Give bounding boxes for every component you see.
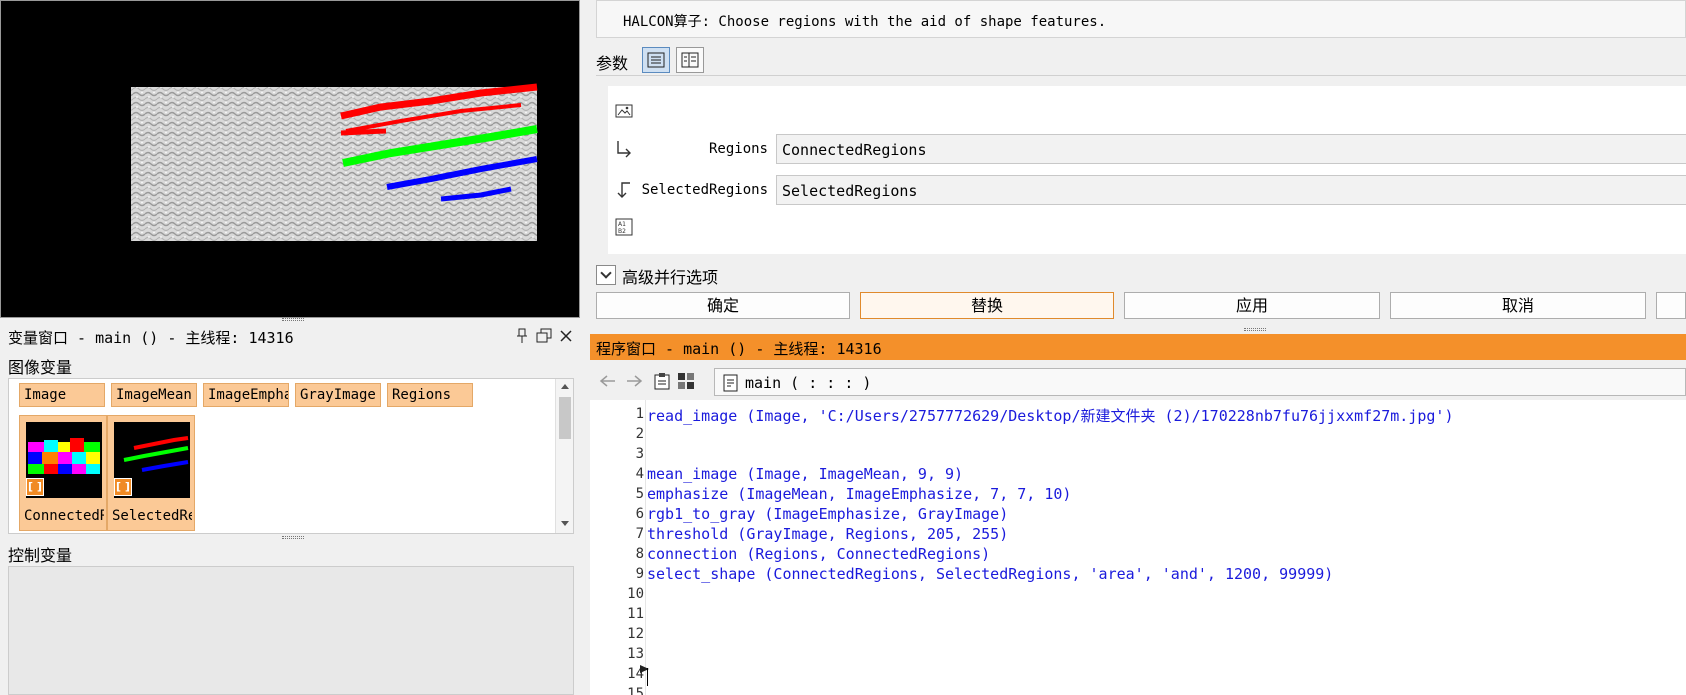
input-arrow-icon xyxy=(617,141,631,158)
line-number: 13 xyxy=(627,646,644,662)
parameter-header: 参数 xyxy=(596,46,1686,76)
procedure-selector[interactable]: main ( : : : ) xyxy=(714,368,1686,396)
image-var-chip[interactable]: Regions xyxy=(387,383,473,407)
cancel-button[interactable]: 取消 xyxy=(1390,292,1646,319)
thumbnail-name: SelectedRe xyxy=(112,508,192,524)
line-number: 7 xyxy=(635,526,644,542)
line-number: 4 xyxy=(635,466,644,482)
line-number: 11 xyxy=(627,606,644,622)
line-number: 10 xyxy=(627,586,644,602)
image-icon xyxy=(615,104,633,118)
operator-description: HALCON算子: Choose regions with the aid of… xyxy=(596,0,1686,38)
close-icon[interactable] xyxy=(556,326,576,346)
clipboard-icon[interactable] xyxy=(652,371,672,391)
splitter-handle[interactable] xyxy=(1244,328,1266,331)
image-var-chip[interactable]: GrayImage xyxy=(295,383,381,407)
image-variables-label: 图像变量 xyxy=(8,358,73,377)
grid-icon[interactable] xyxy=(676,371,696,391)
region-badge: [ ] xyxy=(26,478,44,496)
svg-text:A1: A1 xyxy=(618,221,626,228)
line-number: 8 xyxy=(635,546,644,562)
code-line[interactable]: select_shape (ConnectedRegions, Selected… xyxy=(647,565,1333,583)
line-number: 3 xyxy=(635,446,644,462)
control-variables-list[interactable] xyxy=(8,566,574,695)
region-badge: [ ] xyxy=(114,478,132,496)
advanced-options-toggle[interactable] xyxy=(596,265,616,285)
param-row-selected-regions: SelectedRegions SelectedRegions xyxy=(608,175,1686,205)
text-cursor xyxy=(647,668,648,686)
line-number: 14 xyxy=(627,666,644,682)
program-window-title-text: 程序窗口 - main () - 主线程: 14316 xyxy=(596,340,882,358)
param-row-regions: Regions ConnectedRegions xyxy=(608,134,1686,164)
code-line[interactable]: mean_image (Image, ImageMean, 9, 9) xyxy=(647,465,963,483)
apply-button[interactable]: 应用 xyxy=(1124,292,1380,319)
variable-window-title-text: 变量窗口 - main () - 主线程: 14316 xyxy=(8,329,294,347)
line-number: 2 xyxy=(635,426,644,442)
forward-icon[interactable] xyxy=(624,371,644,391)
graphics-window[interactable] xyxy=(0,0,580,318)
regions-input[interactable]: ConnectedRegions xyxy=(776,134,1686,164)
ok-button[interactable]: 确定 xyxy=(596,292,850,319)
control-params-icon: A1B2 xyxy=(615,218,633,236)
graphics-canvas xyxy=(131,83,538,241)
image-var-thumbnail[interactable]: [ ] ConnectedR xyxy=(19,415,107,531)
table-view-icon xyxy=(681,52,699,68)
gutter-divider xyxy=(645,400,646,695)
line-number: 1 xyxy=(635,406,644,422)
list-view-icon xyxy=(647,52,665,68)
back-icon[interactable] xyxy=(598,371,618,391)
list-view-button[interactable] xyxy=(642,47,670,73)
param-row-control: A1 B2 xyxy=(608,212,1686,242)
parameters-label: 参数 xyxy=(596,54,629,73)
image-list-scrollbar[interactable] xyxy=(555,379,573,533)
procedure-name: main ( : : : ) xyxy=(745,374,872,392)
image-var-thumbnail[interactable]: [ ] SelectedRe xyxy=(107,415,195,531)
output-arrow-icon xyxy=(617,182,630,198)
svg-text:B2: B2 xyxy=(618,228,626,235)
splitter-handle-vars[interactable] xyxy=(282,536,304,539)
program-toolbar: main ( : : : ) xyxy=(590,366,1686,396)
variable-window-title: 变量窗口 - main () - 主线程: 14316 xyxy=(0,324,580,348)
line-number: 15 xyxy=(627,686,644,695)
image-variables-list[interactable]: Image ImageMean ImageEmpha GrayImage Reg… xyxy=(8,378,574,534)
program-window-title: 程序窗口 - main () - 主线程: 14316 xyxy=(590,334,1686,360)
code-line[interactable]: rgb1_to_gray (ImageEmphasize, GrayImage) xyxy=(647,505,1008,523)
line-number: 6 xyxy=(635,506,644,522)
code-line[interactable]: read_image (Image, 'C:/Users/2757772629/… xyxy=(647,405,1454,426)
program-counter-icon xyxy=(640,665,649,673)
image-var-chip[interactable]: Image xyxy=(19,383,105,407)
line-number: 5 xyxy=(635,486,644,502)
param-row-image xyxy=(608,96,1686,126)
code-editor[interactable]: 1 read_image (Image, 'C:/Users/2757772629… xyxy=(590,400,1686,695)
regions-label: Regions xyxy=(708,141,768,157)
code-line[interactable]: connection (Regions, ConnectedRegions) xyxy=(647,545,990,563)
code-line[interactable]: emphasize (ImageMean, ImageEmphasize, 7,… xyxy=(647,485,1071,503)
pin-icon[interactable] xyxy=(512,326,532,346)
advanced-options-label: 高级并行选项 xyxy=(622,268,719,287)
control-variables-label: 控制变量 xyxy=(8,546,73,565)
replace-button[interactable]: 替换 xyxy=(860,292,1114,319)
selected-regions-input[interactable]: SelectedRegions xyxy=(776,175,1686,205)
table-view-button[interactable] xyxy=(676,47,704,73)
red-region-3 xyxy=(340,128,387,136)
procedure-icon xyxy=(723,374,738,392)
selected-regions-label: SelectedRegions xyxy=(641,182,768,198)
line-number: 9 xyxy=(635,566,644,582)
splitter-handle-left[interactable] xyxy=(282,318,304,321)
thumbnail-name: ConnectedR xyxy=(24,508,104,524)
parameter-area: Regions ConnectedRegions SelectedRegions… xyxy=(608,86,1686,254)
extra-button[interactable] xyxy=(1656,292,1686,319)
code-line[interactable]: threshold (GrayImage, Regions, 205, 255) xyxy=(647,525,1008,543)
line-number: 12 xyxy=(627,626,644,642)
float-window-icon[interactable] xyxy=(534,326,554,346)
image-var-chip[interactable]: ImageMean xyxy=(111,383,197,407)
image-var-chip[interactable]: ImageEmpha xyxy=(203,383,289,407)
